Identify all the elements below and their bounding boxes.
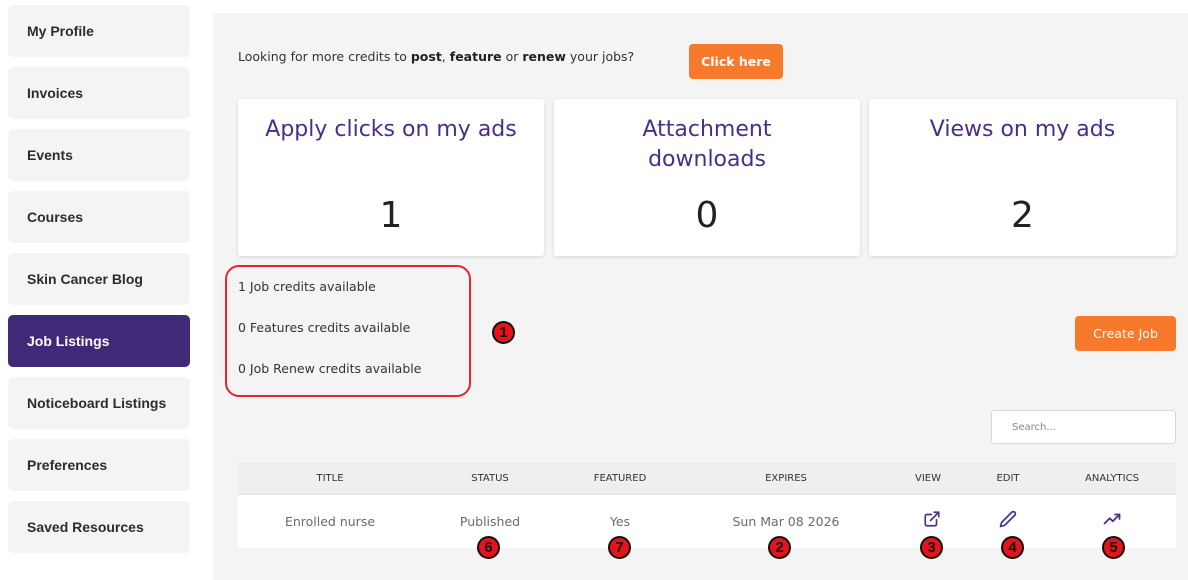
job-status-cell: Published <box>459 514 521 529</box>
sidebar-item-preferences[interactable]: Preferences <box>8 439 190 491</box>
annotation-badge-7: 7 <box>608 536 631 559</box>
search-input[interactable]: Search... <box>991 410 1176 444</box>
features-credits-text: 0 Features credits available <box>238 320 411 335</box>
sidebar-item-label: Job Listings <box>27 333 110 349</box>
sidebar-item-skin-cancer-blog[interactable]: Skin Cancer Blog <box>8 253 190 305</box>
column-header-status[interactable]: STATUS <box>471 473 509 484</box>
sidebar-item-noticeboard-listings[interactable]: Noticeboard Listings <box>8 377 190 429</box>
stat-card-views: Views on my ads 2 <box>869 99 1176 256</box>
job-credits-text: 1 Job credits available <box>238 279 376 294</box>
table-header: TITLE STATUS FEATURED EXPIRES VIEW EDIT … <box>238 462 1176 495</box>
sidebar-item-label: Skin Cancer Blog <box>27 271 143 287</box>
stat-title: Attachment downloads <box>642 117 772 172</box>
stat-title: Views on my ads <box>929 117 1116 142</box>
column-header-edit: EDIT <box>996 473 1020 484</box>
job-featured-cell: Yes <box>609 514 631 529</box>
external-link-icon[interactable] <box>923 510 941 532</box>
click-here-button[interactable]: Click here <box>689 44 783 79</box>
annotation-badge-1: 1 <box>492 321 515 344</box>
renew-credits-text: 0 Job Renew credits available <box>238 361 422 376</box>
sidebar-item-courses[interactable]: Courses <box>8 191 190 243</box>
sidebar-item-label: Saved Resources <box>27 519 144 535</box>
sidebar-item-saved-resources[interactable]: Saved Resources <box>8 501 190 553</box>
credits-promo-text: Looking for more credits to post, featur… <box>238 49 635 64</box>
sidebar-item-my-profile[interactable]: My Profile <box>8 5 190 57</box>
stat-value: 1 <box>379 195 403 236</box>
stat-value: 0 <box>695 195 719 236</box>
annotation-badge-4: 4 <box>1001 536 1024 559</box>
column-header-analytics: ANALYTICS <box>1085 473 1139 484</box>
job-expires-cell: Sun Mar 08 2026 <box>732 514 840 529</box>
trending-up-icon[interactable] <box>1102 510 1122 532</box>
sidebar-item-label: Noticeboard Listings <box>27 395 167 411</box>
sidebar-item-job-listings[interactable]: Job Listings <box>8 315 190 367</box>
stat-card-attachment-downloads: Attachment downloads 0 <box>554 99 860 256</box>
sidebar-item-label: Courses <box>27 209 84 225</box>
annotation-badge-5: 5 <box>1102 536 1125 559</box>
stat-title: Apply clicks on my ads <box>265 117 517 142</box>
column-header-featured[interactable]: FEATURED <box>594 473 647 484</box>
sidebar-item-invoices[interactable]: Invoices <box>8 67 190 119</box>
create-job-button[interactable]: Create Job <box>1075 316 1176 351</box>
stat-card-apply-clicks: Apply clicks on my ads 1 <box>238 99 544 256</box>
pencil-icon[interactable] <box>999 510 1017 532</box>
sidebar-item-label: My Profile <box>27 23 94 39</box>
annotation-badge-6: 6 <box>477 536 500 559</box>
stat-value: 2 <box>1011 195 1034 236</box>
table-row: Enrolled nurse Published Yes Sun Mar 08 … <box>238 495 1176 548</box>
sidebar-item-events[interactable]: Events <box>8 129 190 181</box>
annotation-badge-3: 3 <box>920 536 943 559</box>
annotation-badge-2: 2 <box>768 536 791 559</box>
sidebar-item-label: Invoices <box>27 85 84 101</box>
column-header-title[interactable]: TITLE <box>316 473 343 484</box>
column-header-expires[interactable]: EXPIRES <box>765 473 807 484</box>
sidebar-item-label: Preferences <box>27 457 108 473</box>
sidebar-item-label: Events <box>27 147 73 163</box>
column-header-view: VIEW <box>915 473 941 484</box>
job-title-cell: Enrolled nurse <box>284 514 376 529</box>
